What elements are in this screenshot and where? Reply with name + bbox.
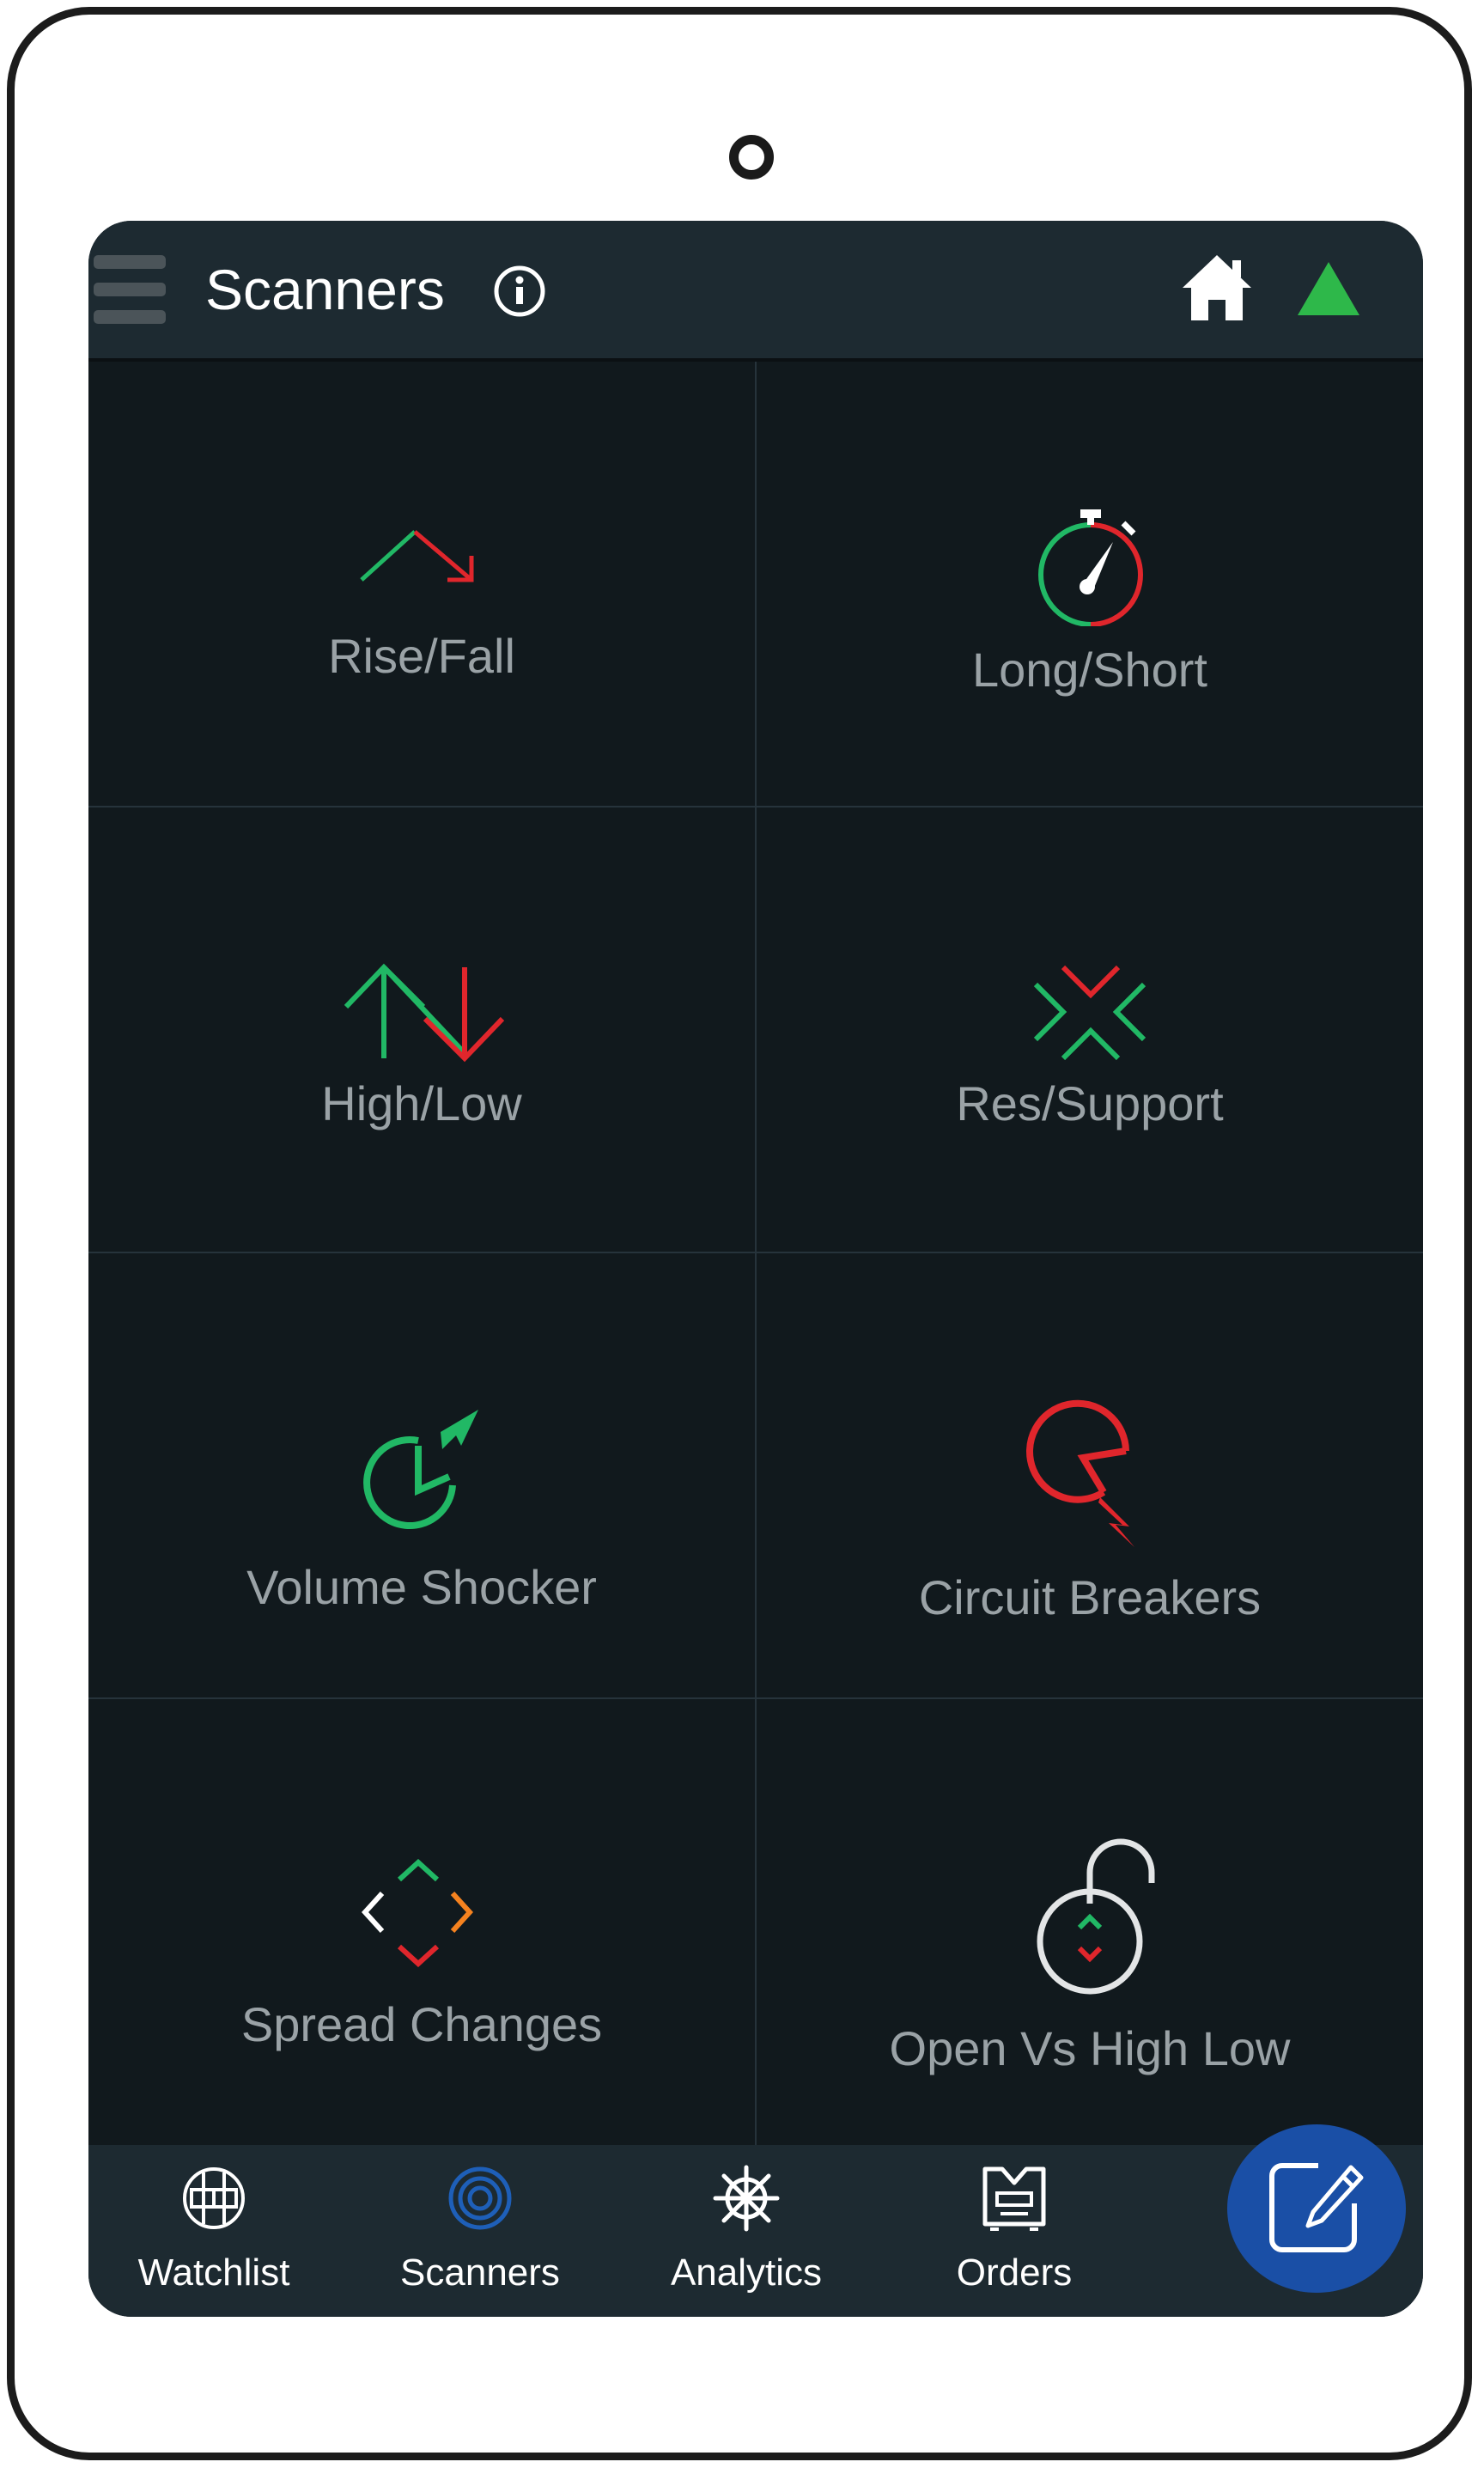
app-header: Scanners bbox=[88, 221, 1423, 362]
scanner-tile-long-short[interactable]: Long/Short bbox=[757, 362, 1423, 807]
collapse-up-arrow-icon[interactable] bbox=[1296, 260, 1361, 317]
stopwatch-icon bbox=[1038, 509, 1143, 626]
scanner-tile-open-vs-high-low[interactable]: Open Vs High Low bbox=[757, 1699, 1423, 2145]
nav-label: Scanners bbox=[400, 2252, 560, 2294]
front-camera bbox=[729, 135, 774, 180]
nav-orders[interactable]: Orders bbox=[885, 2145, 1143, 2317]
scanner-tile-spread-changes[interactable]: Spread Changes bbox=[88, 1699, 757, 2145]
scanner-label: Spread Changes bbox=[240, 1997, 603, 2051]
scanner-label: Volume Shocker bbox=[246, 1560, 597, 1614]
scanner-tile-high-low[interactable]: High/Low bbox=[88, 807, 757, 1253]
scanner-grid: Rise/Fall Long/Short High/Low Res/Suppor… bbox=[88, 362, 1423, 2145]
nav-label: Orders bbox=[956, 2252, 1073, 2294]
open-padlock-icon bbox=[1037, 1838, 1155, 1995]
rise-fall-icon bbox=[360, 530, 474, 582]
ships-wheel-icon bbox=[713, 2165, 780, 2232]
tablet-frame: Scanners Rise/Fall Long/Short High/Low R… bbox=[7, 7, 1472, 2460]
orders-icon bbox=[982, 2166, 1046, 2231]
page-title: Scanners bbox=[205, 258, 445, 321]
hamburger-menu-icon[interactable] bbox=[94, 255, 166, 324]
edit-fab-button[interactable] bbox=[1227, 2124, 1406, 2293]
nav-watchlist[interactable]: Watchlist bbox=[88, 2145, 343, 2317]
target-icon bbox=[448, 2166, 512, 2230]
scanner-tile-rise-fall[interactable]: Rise/Fall bbox=[88, 362, 757, 807]
watchlist-icon bbox=[183, 2167, 245, 2229]
scanner-tile-volume-shocker[interactable]: Volume Shocker bbox=[88, 1253, 757, 1699]
bottom-navigation: Watchlist Scanners Analytics Orders bbox=[88, 2145, 1423, 2317]
high-low-arrows-icon bbox=[344, 963, 505, 1063]
converging-chevrons-icon bbox=[1033, 965, 1146, 1061]
scanner-tile-res-support[interactable]: Res/Support bbox=[757, 807, 1423, 1253]
home-icon[interactable] bbox=[1177, 248, 1256, 327]
scanner-tile-circuit-breakers[interactable]: Circuit Breakers bbox=[757, 1253, 1423, 1699]
diamond-chevrons-icon bbox=[362, 1859, 473, 1967]
scanner-label: Open Vs High Low bbox=[889, 2021, 1291, 2075]
scanner-label: Long/Short bbox=[972, 643, 1207, 697]
circuit-breaker-pie-icon bbox=[1026, 1399, 1134, 1547]
app-screen: Scanners Rise/Fall Long/Short High/Low R… bbox=[88, 221, 1423, 2317]
nav-scanners[interactable]: Scanners bbox=[351, 2145, 609, 2317]
nav-analytics[interactable]: Analytics bbox=[617, 2145, 875, 2317]
scanner-label: Res/Support bbox=[956, 1076, 1224, 1130]
nav-label: Watchlist bbox=[137, 2252, 290, 2294]
scanner-label: Rise/Fall bbox=[328, 629, 515, 683]
scanner-label: Circuit Breakers bbox=[918, 1570, 1262, 1624]
info-icon[interactable] bbox=[492, 264, 547, 319]
nav-label: Analytics bbox=[670, 2252, 823, 2294]
volume-shock-pie-icon bbox=[363, 1410, 478, 1530]
edit-note-icon bbox=[1269, 2163, 1364, 2252]
scanner-label: High/Low bbox=[321, 1076, 522, 1130]
